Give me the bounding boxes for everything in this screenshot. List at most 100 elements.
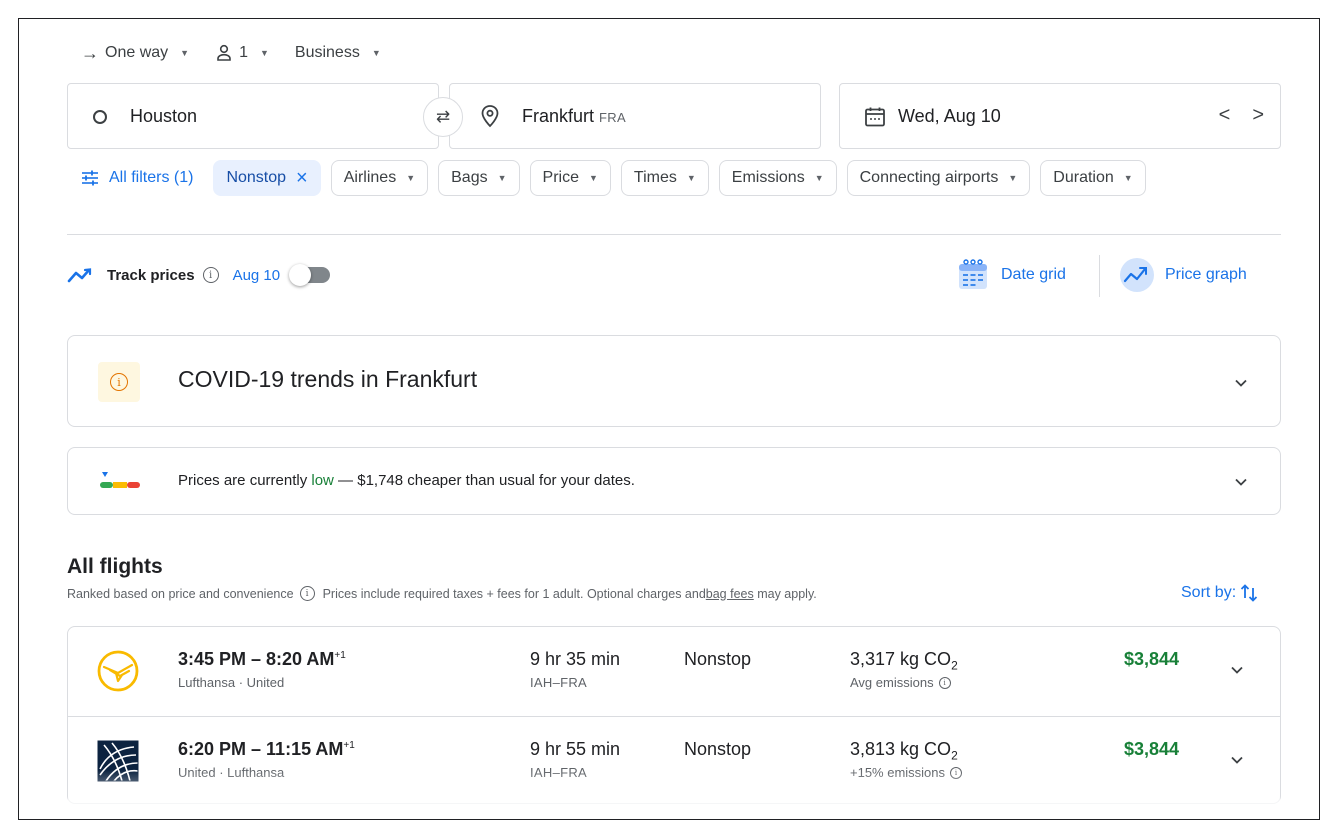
price-graph-button[interactable]: Price graph bbox=[1119, 257, 1247, 293]
price-insight-card[interactable]: Prices are currently low — $1,748 cheape… bbox=[67, 447, 1281, 515]
caret-down-icon: ▼ bbox=[406, 173, 416, 183]
filter-chip-label: Emissions bbox=[731, 169, 805, 186]
all-filters-button[interactable]: All filters (1) bbox=[67, 160, 205, 196]
caret-down-icon: ▼ bbox=[588, 173, 598, 183]
chevron-down-icon[interactable] bbox=[1234, 376, 1248, 390]
chevron-down-icon[interactable] bbox=[1230, 663, 1244, 677]
results-subtitle: Ranked based on price and convenience i … bbox=[67, 586, 817, 601]
flight-results-list: 3:45 PM – 8:20 AM+1 Lufthansa · United 9… bbox=[67, 626, 1281, 804]
date-nav: < > bbox=[1219, 104, 1264, 127]
covid-info-badge: i bbox=[98, 362, 140, 402]
section-divider bbox=[67, 234, 1281, 235]
destination-city: Frankfurt bbox=[522, 106, 595, 126]
flight-result-row[interactable]: 6:20 PM – 11:15 AM+1 United · Lufthansa … bbox=[68, 716, 1280, 804]
swap-locations-button[interactable]: ⇄ bbox=[423, 97, 463, 137]
emissions-note: Avg emissions i bbox=[850, 675, 951, 690]
price-insight-text: Prices are currently low — $1,748 cheape… bbox=[178, 472, 635, 489]
flight-times: 6:20 PM – 11:15 AM+1 bbox=[178, 739, 355, 760]
calendar-icon bbox=[865, 107, 885, 127]
destination-field[interactable]: Frankfurt FRA bbox=[449, 83, 821, 149]
price-level-bar-icon bbox=[100, 472, 140, 488]
filter-chip-connecting-airports[interactable]: Connecting airports ▼ bbox=[846, 160, 1031, 196]
flight-result-row[interactable]: 3:45 PM – 8:20 AM+1 Lufthansa · United 9… bbox=[68, 627, 1280, 715]
emissions-subscript: 2 bbox=[951, 658, 958, 673]
lufthansa-logo bbox=[97, 650, 139, 692]
trip-type-dropdown[interactable]: → One way ▼ bbox=[81, 43, 189, 64]
filter-chip-label: Price bbox=[542, 169, 579, 186]
taxes-note: Prices include required taxes + fees for… bbox=[322, 586, 706, 601]
info-icon[interactable]: i bbox=[938, 676, 951, 689]
filter-chip-price[interactable]: Price ▼ bbox=[529, 160, 611, 196]
arrow-right-icon: → bbox=[81, 42, 99, 63]
results-title: All flights bbox=[67, 555, 163, 578]
trip-options-row: → One way ▼ 1 ▼ Business ▼ bbox=[81, 41, 407, 65]
flight-route: IAH–FRA bbox=[530, 765, 588, 780]
warning-info-icon: i bbox=[110, 373, 128, 391]
chevron-down-icon[interactable] bbox=[1234, 475, 1248, 489]
info-icon[interactable]: i bbox=[950, 766, 963, 779]
previous-date-button[interactable]: < bbox=[1219, 104, 1231, 127]
date-grid-button[interactable]: Date grid bbox=[957, 257, 1066, 293]
destination-value: Frankfurt FRA bbox=[522, 106, 626, 127]
departure-date-value: Wed, Aug 10 bbox=[898, 106, 1001, 126]
filter-chip-emissions[interactable]: Emissions ▼ bbox=[718, 160, 837, 196]
flights-page: → One way ▼ 1 ▼ Business ▼ Houston ⇄ Fra… bbox=[18, 18, 1320, 820]
filter-chip-label: Duration bbox=[1053, 169, 1114, 186]
toggle-knob bbox=[289, 264, 312, 286]
track-prices-date: Aug 10 bbox=[232, 266, 281, 284]
date-grid-icon bbox=[959, 259, 987, 289]
ranking-note: Ranked based on price and convenience bbox=[67, 586, 294, 601]
sort-by-label: Sort by: bbox=[1181, 584, 1237, 601]
emissions-subscript: 2 bbox=[951, 748, 958, 763]
track-prices-label: Track prices bbox=[107, 266, 195, 284]
flight-price: $3,844 bbox=[1124, 649, 1180, 669]
covid-trends-card[interactable]: i COVID-19 trends in Frankfurt bbox=[67, 335, 1281, 427]
caret-down-icon: ▼ bbox=[1008, 173, 1018, 183]
filter-chip-times[interactable]: Times ▼ bbox=[620, 160, 709, 196]
chevron-down-icon[interactable] bbox=[1230, 753, 1244, 767]
day-offset: +1 bbox=[334, 650, 346, 661]
info-icon[interactable]: i bbox=[202, 267, 219, 283]
flight-duration: 9 hr 35 min bbox=[530, 649, 621, 669]
swap-arrows-icon: ⇄ bbox=[435, 107, 451, 126]
price-level-value: low bbox=[311, 472, 334, 489]
filter-chip-duration[interactable]: Duration ▼ bbox=[1040, 160, 1146, 196]
destination-code: FRA bbox=[599, 110, 626, 125]
cabin-class-dropdown[interactable]: Business ▼ bbox=[295, 44, 381, 62]
origin-value: Houston bbox=[130, 106, 198, 126]
filter-chip-nonstop[interactable]: Nonstop × bbox=[213, 160, 321, 196]
location-pin-icon bbox=[481, 105, 499, 128]
filter-chip-label: Bags bbox=[451, 169, 488, 186]
caret-down-icon: ▼ bbox=[497, 173, 507, 183]
passenger-dropdown[interactable]: 1 ▼ bbox=[215, 44, 269, 62]
emissions-value: 3,317 kg CO bbox=[850, 649, 952, 669]
emissions-note-text: Avg emissions bbox=[850, 675, 934, 690]
departure-date-field[interactable]: Wed, Aug 10 < > bbox=[839, 83, 1281, 149]
caret-down-icon: ▼ bbox=[259, 48, 269, 58]
sort-by-button[interactable]: Sort by: bbox=[1181, 583, 1258, 603]
track-prices-toggle[interactable] bbox=[289, 264, 331, 286]
flight-airlines: United · Lufthansa bbox=[178, 765, 285, 780]
emissions-note: +15% emissions i bbox=[850, 765, 963, 780]
flight-times-value: 3:45 PM – 8:20 AM bbox=[178, 649, 335, 669]
toolbar-separator bbox=[1099, 255, 1100, 297]
trip-type-label: One way bbox=[105, 44, 169, 61]
flight-times-value: 6:20 PM – 11:15 AM bbox=[178, 739, 344, 759]
trend-line-icon bbox=[67, 268, 92, 283]
flight-stops: Nonstop bbox=[684, 649, 752, 669]
origin-field[interactable]: Houston bbox=[67, 83, 439, 149]
bag-fees-link[interactable]: bag fees bbox=[706, 587, 754, 601]
price-graph-icon bbox=[1120, 258, 1154, 292]
flight-airlines: Lufthansa · United bbox=[178, 675, 285, 690]
filter-chip-bags[interactable]: Bags ▼ bbox=[438, 160, 520, 196]
passenger-count: 1 bbox=[239, 44, 248, 61]
filter-chip-label: Connecting airports bbox=[859, 169, 999, 186]
caret-down-icon: ▼ bbox=[686, 173, 696, 183]
next-date-button[interactable]: > bbox=[1252, 104, 1264, 127]
info-icon[interactable]: i bbox=[299, 586, 315, 601]
date-grid-label: Date grid bbox=[1001, 266, 1066, 283]
close-icon[interactable]: × bbox=[296, 167, 308, 190]
filter-sliders-icon bbox=[82, 170, 98, 186]
caret-down-icon: ▼ bbox=[1123, 173, 1133, 183]
filter-chip-airlines[interactable]: Airlines ▼ bbox=[330, 160, 429, 196]
